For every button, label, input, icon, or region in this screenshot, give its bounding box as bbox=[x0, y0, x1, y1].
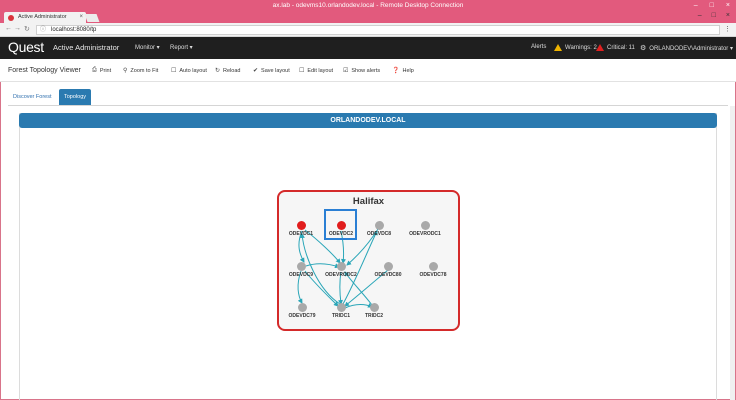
back-icon[interactable]: ← bbox=[5, 25, 12, 32]
site-name: Halifax bbox=[352, 196, 385, 207]
app-name: Active Administrator bbox=[53, 43, 120, 52]
rdp-title: ax.lab - odevms10.orlandodev.local - Rem… bbox=[272, 2, 464, 9]
dc-node-odevdc79[interactable] bbox=[297, 302, 307, 312]
gear-icon: ⚙ bbox=[640, 45, 647, 52]
dc-node-label: TRIDC1 bbox=[331, 313, 351, 319]
critical-count: Critical: 11 bbox=[607, 44, 635, 51]
domain-header[interactable]: ORLANDODEV.LOCAL bbox=[19, 113, 717, 128]
help-button[interactable]: ❓ Help bbox=[392, 67, 414, 75]
check-icon: ✔ bbox=[253, 68, 259, 74]
dc-node-label: ODEVDC8 bbox=[366, 231, 392, 237]
dc-node-odevrodc2[interactable] bbox=[336, 261, 346, 271]
show-alerts-label: Show alerts bbox=[351, 67, 381, 74]
dc-node-odevdc78[interactable] bbox=[428, 261, 438, 271]
dc-node-odevrodc1[interactable] bbox=[420, 220, 430, 230]
browser-menu-icon[interactable]: ⋮ bbox=[724, 25, 731, 33]
app-header: Quest Active Administrator Monitor ▾ Rep… bbox=[0, 37, 736, 59]
tab-divider bbox=[8, 105, 728, 106]
toolbar: Forest Topology Viewer ⎙ Print ⚲ Zoom to F… bbox=[0, 59, 736, 82]
dc-node-odevdc80[interactable] bbox=[383, 261, 393, 271]
dc-node-label: ODEVDC78 bbox=[419, 272, 447, 278]
dc-node-odevdc9[interactable] bbox=[296, 261, 306, 271]
page-title: Forest Topology Viewer bbox=[8, 67, 81, 74]
dc-node-label: TRIDC2 bbox=[364, 313, 384, 319]
checkbox-icon: ☐ bbox=[299, 68, 305, 74]
address-bar: ← → ↻ ⓘ localhost:8080/tp ⋮ bbox=[0, 23, 736, 37]
browser-tab-title: Active Administrator bbox=[18, 14, 67, 20]
browser-tab-strip: Active Administrator × bbox=[0, 11, 736, 23]
print-icon: ⎙ bbox=[92, 67, 97, 73]
tab-discover-forest[interactable]: Discover Forest bbox=[8, 89, 57, 105]
browser-maximize-button[interactable]: □ bbox=[712, 12, 716, 19]
rdp-close-button[interactable]: × bbox=[726, 0, 730, 11]
rdp-title-bar: ax.lab - odevms10.orlandodev.local - Rem… bbox=[0, 0, 736, 11]
warnings-link[interactable]: Warnings: 2 bbox=[554, 44, 597, 51]
dc-node-label: ODEVDC80 bbox=[374, 272, 402, 278]
tab-topology[interactable]: Topology bbox=[59, 89, 92, 105]
vertical-scrollbar[interactable] bbox=[730, 106, 735, 400]
save-layout-button[interactable]: ✔ Save layout bbox=[253, 67, 290, 75]
help-label: Help bbox=[402, 67, 414, 74]
dc-node-tridc2[interactable] bbox=[369, 302, 379, 312]
url-text: localhost:8080/tp bbox=[51, 27, 97, 33]
nav-report[interactable]: Report ▾ bbox=[170, 44, 193, 51]
rdp-window-controls: – □ × bbox=[694, 0, 730, 11]
browser-minimize-button[interactable]: – bbox=[698, 12, 702, 19]
new-tab-button[interactable] bbox=[84, 14, 100, 22]
dc-node-label: ODEVDC1 bbox=[288, 231, 314, 237]
dc-node-label: ODEVDC79 bbox=[288, 313, 316, 319]
dc-node-odevdc2[interactable] bbox=[336, 220, 346, 230]
dc-node-odevdc1[interactable] bbox=[296, 220, 306, 230]
checkbox-icon: ☐ bbox=[171, 68, 177, 74]
alerts-link[interactable]: Alerts bbox=[531, 44, 546, 50]
dc-node-label: ODEVDC2 bbox=[328, 231, 354, 237]
reload-button[interactable]: ↻ Reload bbox=[215, 67, 241, 75]
browser-close-button[interactable]: × bbox=[726, 12, 730, 19]
reload-icon: ↻ bbox=[215, 68, 221, 74]
rdp-minimize-button[interactable]: – bbox=[694, 0, 698, 11]
forward-icon[interactable]: → bbox=[14, 25, 21, 32]
dc-node-label: ODEVDC9 bbox=[288, 272, 314, 278]
auto-layout-label: Auto layout bbox=[179, 67, 207, 74]
dc-node-odevdc8[interactable] bbox=[374, 220, 384, 230]
zoom-icon: ⚲ bbox=[123, 68, 128, 74]
tab-close-icon[interactable]: × bbox=[79, 12, 83, 23]
zoom-to-fit-button[interactable]: ⚲ Zoom to Fit bbox=[123, 67, 159, 75]
quest-favicon-icon bbox=[8, 15, 14, 21]
critical-link[interactable]: Critical: 11 bbox=[596, 44, 635, 51]
browser-tab[interactable]: Active Administrator × bbox=[4, 12, 86, 23]
auto-layout-toggle[interactable]: ☐ Auto layout bbox=[171, 67, 207, 75]
dc-node-label: ODEVRODC2 bbox=[325, 272, 357, 278]
quest-logo: Quest bbox=[8, 39, 44, 55]
warnings-count: Warnings: 2 bbox=[565, 44, 597, 51]
user-menu[interactable]: ⚙ ORLANDODEV\Administrator ▾ bbox=[640, 44, 733, 52]
user-name: ORLANDODEV\Administrator ▾ bbox=[649, 45, 733, 52]
show-alerts-toggle[interactable]: ☑ Show alerts bbox=[343, 67, 381, 75]
reload-page-icon[interactable]: ↻ bbox=[24, 25, 30, 33]
url-field[interactable]: ⓘ localhost:8080/tp bbox=[36, 25, 720, 35]
rdp-maximize-button[interactable]: □ bbox=[710, 0, 714, 11]
edit-layout-label: Edit layout bbox=[307, 67, 334, 74]
edit-layout-toggle[interactable]: ☐ Edit layout bbox=[299, 67, 334, 75]
nav-monitor[interactable]: Monitor ▾ bbox=[135, 44, 160, 51]
checkbox-checked-icon: ☑ bbox=[343, 68, 349, 74]
dc-node-tridc1[interactable] bbox=[336, 302, 346, 312]
alerts-label: Alerts bbox=[531, 44, 547, 50]
browser-window-controls: – □ × bbox=[698, 12, 730, 19]
warning-icon bbox=[554, 44, 562, 51]
print-label: Print bbox=[99, 67, 112, 74]
help-icon: ❓ bbox=[392, 68, 400, 74]
zoom-to-fit-label: Zoom to Fit bbox=[130, 67, 159, 74]
page-info-icon[interactable]: ⓘ bbox=[40, 26, 46, 34]
save-layout-label: Save layout bbox=[261, 67, 290, 74]
reload-label: Reload bbox=[223, 67, 241, 74]
print-button[interactable]: ⎙ Print bbox=[92, 67, 111, 74]
dc-node-label: ODEVRODC1 bbox=[409, 231, 441, 237]
critical-icon bbox=[596, 44, 604, 51]
